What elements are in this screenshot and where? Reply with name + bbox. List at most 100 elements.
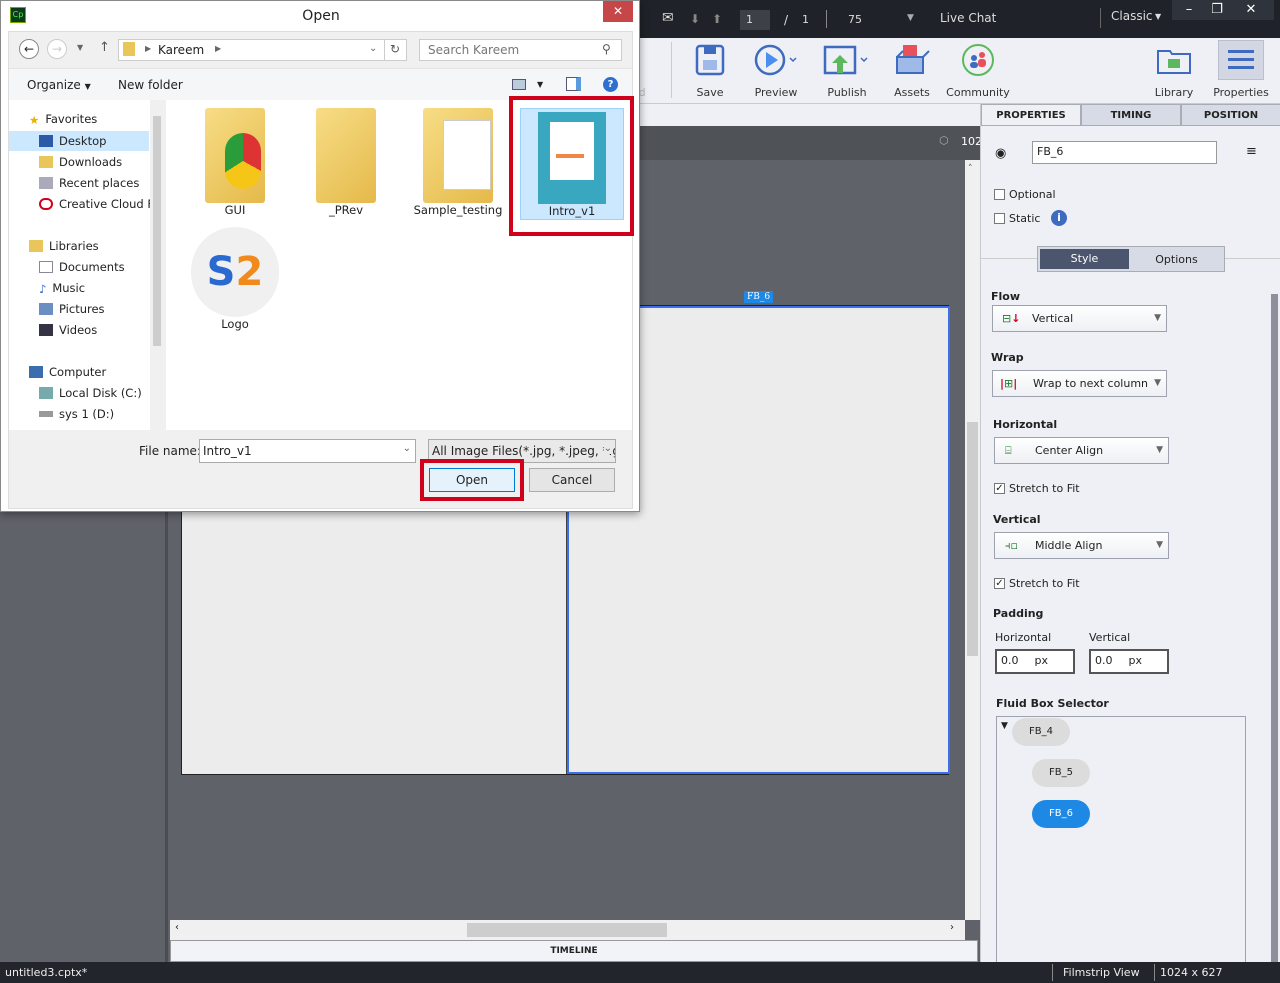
arrow-up-icon[interactable]: ⬆	[712, 12, 722, 26]
flow-dropdown[interactable]: ⊟↓ Vertical ▼	[992, 305, 1167, 332]
play-icon	[754, 44, 797, 76]
name-input[interactable]: FB_6	[1032, 141, 1217, 164]
fluid-box-label[interactable]: FB_6	[744, 291, 774, 303]
eye-icon[interactable]: ◉	[995, 146, 1006, 161]
nav-favorites[interactable]: ★ Favorites	[29, 112, 97, 127]
view-icon[interactable]	[512, 79, 526, 90]
address-bar[interactable]: ▶ Kareem ▶ ⌄ ↻	[118, 39, 407, 61]
tab-timing[interactable]: TIMING	[1081, 104, 1181, 126]
close-button[interactable]: ✕	[1228, 0, 1274, 20]
arrow-down-icon[interactable]: ⬇	[690, 12, 700, 26]
recent-dropdown-icon[interactable]: ▼	[77, 43, 83, 52]
file-name-input[interactable]: Intro_v1 ⌄	[199, 439, 416, 463]
fluid-box-fb5[interactable]: FB_5	[1032, 759, 1090, 787]
chevron-down-icon: ▼	[1155, 12, 1162, 21]
file-name-status: untitled3.cptx*	[5, 966, 88, 979]
vertical-scrollbar[interactable]: ˄	[965, 160, 980, 920]
padding-label: Padding	[993, 607, 1044, 620]
vertical-stretch-checkbox[interactable]: ✓ Stretch to Fit	[994, 577, 1080, 590]
info-icon[interactable]: i	[1051, 210, 1067, 226]
community-icon	[962, 44, 994, 76]
cancel-button[interactable]: Cancel	[529, 468, 615, 492]
scrollbar-thumb[interactable]	[467, 923, 667, 937]
nav-libraries[interactable]: Libraries	[29, 239, 99, 253]
save-button[interactable]: Save	[675, 40, 745, 99]
file-item-prev[interactable]: _PRev	[293, 108, 399, 217]
highlight-box	[509, 96, 634, 236]
padding-horizontal-input[interactable]: 0.0 px	[995, 649, 1075, 674]
properties-button[interactable]: Properties	[1206, 40, 1276, 99]
nav-videos[interactable]: Videos	[39, 323, 97, 337]
tab-style[interactable]: Style	[1040, 249, 1129, 269]
expand-triangle-icon[interactable]: ▼	[1001, 721, 1008, 731]
horizontal-dropdown[interactable]: ⌸ Center Align ▼	[994, 437, 1169, 464]
new-folder-button[interactable]: New folder	[118, 78, 183, 92]
refresh-icon[interactable]: ↻	[390, 42, 400, 56]
wrap-label: Wrap	[991, 351, 1024, 364]
library-button[interactable]: Library	[1139, 40, 1209, 99]
nav-pictures[interactable]: Pictures	[39, 302, 105, 316]
status-bar: untitled3.cptx* Filmstrip View 1024 x 62…	[0, 962, 1280, 983]
zoom-select[interactable]: 75	[848, 13, 862, 26]
static-checkbox[interactable]: Static	[994, 212, 1040, 225]
tab-position[interactable]: POSITION	[1181, 104, 1280, 126]
preview-pane-icon[interactable]	[566, 77, 581, 91]
horizontal-stretch-checkbox[interactable]: ✓ Stretch to Fit	[994, 482, 1080, 495]
nav-desktop[interactable]: Desktop	[9, 131, 149, 151]
forward-button[interactable]: →	[47, 39, 67, 59]
organize-button[interactable]: Organize ▼	[27, 78, 91, 92]
dialog-close-button[interactable]: ✕	[603, 1, 633, 22]
search-input[interactable]: Search Kareem ⚲	[419, 39, 622, 61]
publish-button[interactable]: Publish	[812, 40, 882, 99]
assets-icon	[896, 45, 930, 74]
file-item-logo[interactable]: S2 Logo	[182, 227, 288, 331]
flow-label: Flow	[991, 290, 1021, 303]
assets-button[interactable]: Assets	[877, 40, 947, 99]
live-chat-link[interactable]: Live Chat	[940, 11, 996, 25]
file-item-gui[interactable]: GUI	[182, 108, 288, 217]
stage-size-status: 1024 x 627	[1160, 966, 1223, 979]
optional-checkbox[interactable]: Optional	[994, 188, 1056, 201]
up-button[interactable]: ↑	[99, 40, 110, 55]
flow-vertical-icon: ⊟↓	[1002, 312, 1021, 325]
menu-icon[interactable]: ≡	[1246, 144, 1257, 159]
wrap-icon: |⊞|	[1000, 377, 1018, 390]
view-dropdown-icon[interactable]: ▼	[537, 80, 543, 89]
nav-scrollbar[interactable]	[150, 100, 164, 430]
tab-properties[interactable]: PROPERTIES	[981, 104, 1081, 126]
community-button[interactable]: Community	[943, 40, 1013, 99]
scrollbar-thumb[interactable]	[967, 422, 978, 656]
wrap-dropdown[interactable]: |⊞| Wrap to next column ▼	[992, 370, 1167, 397]
nav-creative-cloud[interactable]: Creative Cloud Fi	[39, 197, 156, 211]
dialog-body: ← → ▼ ↑ ▶ Kareem ▶ ⌄ ↻ Search Kareem ⚲ O…	[8, 31, 634, 509]
view-mode-status[interactable]: Filmstrip View	[1063, 962, 1140, 983]
chrome-icon	[225, 133, 261, 189]
vertical-dropdown[interactable]: ⫞▫ Middle Align ▼	[994, 532, 1169, 559]
timeline-tab[interactable]: TIMELINE	[170, 940, 978, 962]
ruler-handle-icon[interactable]: ⬡	[939, 134, 949, 147]
nav-music[interactable]: ♪ Music	[39, 281, 85, 296]
nav-computer[interactable]: Computer	[29, 365, 106, 379]
nav-recent-places[interactable]: Recent places	[39, 176, 139, 190]
nav-local-disk[interactable]: Local Disk (C:)	[39, 386, 142, 400]
horizontal-scrollbar[interactable]: ‹ ›	[170, 920, 965, 940]
mail-icon[interactable]: ✉	[662, 10, 674, 26]
nav-sys-drive[interactable]: sys 1 (D:)	[39, 407, 114, 421]
help-icon[interactable]: ?	[603, 77, 618, 92]
chevron-down-icon[interactable]: ▼	[907, 13, 914, 23]
panel-scrollbar[interactable]	[1271, 294, 1278, 962]
nav-documents[interactable]: Documents	[39, 260, 125, 274]
back-button[interactable]: ←	[19, 39, 39, 59]
center-align-icon: ⌸	[1005, 444, 1012, 457]
file-item-sample-testing[interactable]: Sample_testing	[405, 108, 511, 217]
page-input[interactable]: 1	[740, 10, 770, 30]
workspace-select[interactable]: Classic	[1111, 9, 1153, 23]
padding-vertical-input[interactable]: 0.0 px	[1089, 649, 1169, 674]
breadcrumb[interactable]: Kareem	[158, 43, 204, 57]
tab-options[interactable]: Options	[1129, 249, 1224, 269]
preview-button[interactable]: Preview	[741, 40, 811, 99]
nav-downloads[interactable]: Downloads	[39, 155, 122, 169]
chevron-down-icon[interactable]: ⌄	[369, 43, 377, 54]
fluid-box-fb6[interactable]: FB_6	[1032, 800, 1090, 828]
fluid-box-fb4[interactable]: FB_4	[1012, 718, 1070, 746]
